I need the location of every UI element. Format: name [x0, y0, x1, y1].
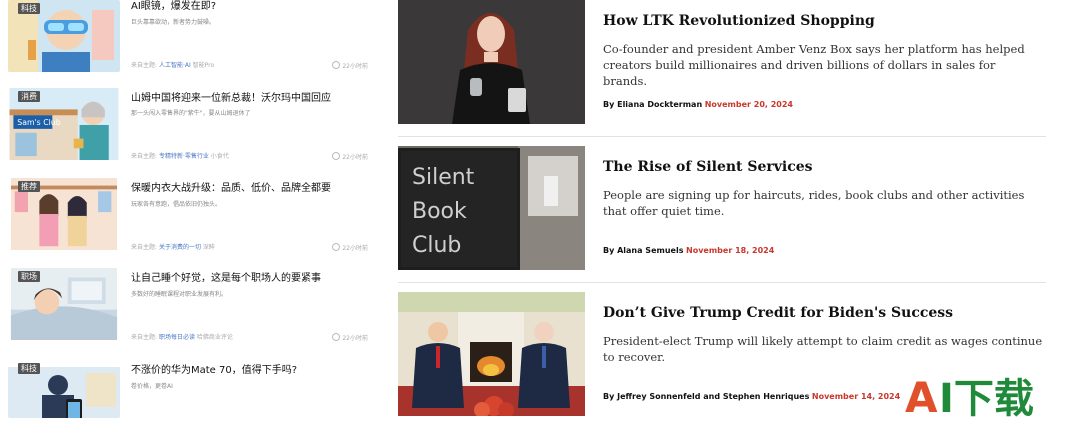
card-time: 22小时前	[332, 152, 368, 162]
watermark-logo: A I下载	[905, 373, 1034, 418]
card-summary: 玩家各有意跑，倡品依旧仍独头。	[131, 201, 222, 208]
author-name[interactable]: By Alana Semuels	[603, 246, 683, 255]
article-list: How LTK Revolutionized Shopping Co-found…	[398, 0, 1048, 422]
article-description: Co-founder and president Amber Venz Box …	[603, 42, 1025, 88]
card-thumbnail[interactable]: 推荐	[8, 178, 120, 254]
card-summary: 巨头靠靠欲动，新者势力鼓噪。	[131, 19, 216, 26]
chalkboard-line: Book	[412, 199, 467, 224]
card-thumbnail[interactable]: 科技	[8, 360, 120, 418]
card-summary: 多数好的睡眠课程对职业发展有利。	[131, 291, 228, 298]
woman-portrait-photo	[398, 0, 585, 124]
topic-link[interactable]: 人工智能·AI	[159, 62, 191, 69]
card-summary: 卷价格，更卷AI	[131, 383, 173, 390]
meta-prefix: 来自主题:	[131, 153, 158, 160]
source-name: 小食代	[210, 153, 229, 160]
source-name: 深眸	[202, 244, 215, 251]
author-name[interactable]: By Jeffrey Sonnenfeld and Stephen Henriq…	[603, 392, 809, 401]
meta-prefix: 来自主题:	[131, 334, 158, 341]
article-item[interactable]: Silent Book Club The Rise of Silent Serv…	[398, 146, 1048, 272]
article-image[interactable]	[398, 0, 585, 124]
article-byline: By Jeffrey Sonnenfeld and Stephen Henriq…	[603, 391, 900, 402]
meta-prefix: 来自主题:	[131, 62, 158, 69]
article-image[interactable]	[398, 292, 585, 416]
ai-download-watermark: A I下载	[905, 372, 1055, 418]
category-tag: 科技	[18, 363, 40, 374]
category-tag: 推荐	[18, 181, 40, 192]
category-tag: 科技	[18, 3, 40, 14]
feed-card[interactable]: 职场 让自己睡个好觉，这是每个职场人的要紧事 多数好的睡眠课程对职业发展有利。 …	[0, 268, 380, 346]
feed-card[interactable]: 推荐 保暖内衣大战升级：品质、低价、品牌全都要 玩家各有意跑，倡品依旧仍独头。 …	[0, 178, 380, 256]
card-time: 22小时前	[332, 333, 368, 343]
article-divider	[398, 136, 1046, 137]
card-thumbnail[interactable]: 科技	[8, 0, 120, 72]
card-thumbnail[interactable]: Sam's Club 消费	[8, 88, 120, 162]
article-title[interactable]: Don’t Give Trump Credit for Biden's Succ…	[603, 304, 1043, 322]
feed-card[interactable]: 科技 AI眼镜，爆发在即? 巨头靠靠欲动，新者势力鼓噪。 来自主题: 人工智能·…	[0, 0, 380, 78]
oval-office-photo	[398, 292, 585, 416]
card-title[interactable]: 保暖内衣大战升级：品质、低价、品牌全都要	[131, 182, 371, 196]
storefront-sign-text: Sam's Club	[17, 118, 60, 127]
feed-card[interactable]: 科技 不涨价的华为Mate 70，值得下手吗? 卷价格，更卷AI	[0, 360, 380, 422]
card-title[interactable]: 山姆中国将迎来一位新总裁！沃尔玛中国回应	[131, 92, 371, 106]
article-description: President-elect Trump will likely attemp…	[603, 334, 1043, 364]
watermark-text: I下载	[939, 376, 1034, 418]
source-name: 智能Pro	[192, 62, 215, 69]
article-date: November 20, 2024	[704, 100, 793, 109]
article-date: November 18, 2024	[686, 246, 775, 255]
category-tag: 消费	[18, 91, 40, 102]
article-date: November 14, 2024	[811, 392, 901, 401]
article-item[interactable]: How LTK Revolutionized Shopping Co-found…	[398, 0, 1048, 126]
news-feed: 科技 AI眼镜，爆发在即? 巨头靠靠欲动，新者势力鼓噪。 来自主题: 人工智能·…	[0, 0, 380, 422]
watermark-letter-a: A	[905, 373, 938, 418]
meta-prefix: 来自主题:	[131, 244, 158, 251]
topic-link[interactable]: 关于消费的一切	[159, 244, 201, 251]
topic-link[interactable]: 专精特新·零售行业	[159, 153, 209, 160]
card-time: 22小时前	[332, 243, 368, 253]
card-thumbnail[interactable]: 职场	[8, 268, 120, 344]
card-summary: 那一头闯入零售界的"紫牛"，要从山姆退休了	[131, 110, 251, 117]
article-title[interactable]: The Rise of Silent Services	[603, 158, 1043, 176]
silent-book-club-photo: Silent Book Club	[398, 146, 585, 270]
category-tag: 职场	[18, 271, 40, 282]
card-time: 22小时前	[332, 61, 368, 71]
chalkboard-line: Silent	[412, 165, 475, 190]
article-byline: By Alana Semuels November 18, 2024	[603, 245, 774, 256]
article-image[interactable]: Silent Book Club	[398, 146, 585, 270]
card-title[interactable]: 不涨价的华为Mate 70，值得下手吗?	[131, 364, 371, 378]
topic-link[interactable]: 职场每日必读	[159, 334, 195, 341]
source-name: 哈佛商业评论	[196, 334, 233, 341]
article-description: People are signing up for haircuts, ride…	[603, 188, 1025, 218]
card-title[interactable]: AI眼镜，爆发在即?	[131, 0, 371, 14]
article-divider	[398, 282, 1046, 283]
article-title[interactable]: How LTK Revolutionized Shopping	[603, 12, 1043, 30]
chalkboard-line: Club	[412, 233, 461, 258]
author-name[interactable]: By Eliana Dockterman	[603, 100, 702, 109]
feed-card[interactable]: Sam's Club 消费 山姆中国将迎来一位新总裁！沃尔玛中国回应 那一头闯入…	[0, 88, 380, 166]
card-title[interactable]: 让自己睡个好觉，这是每个职场人的要紧事	[131, 272, 371, 286]
article-byline: By Eliana Dockterman November 20, 2024	[603, 99, 793, 110]
